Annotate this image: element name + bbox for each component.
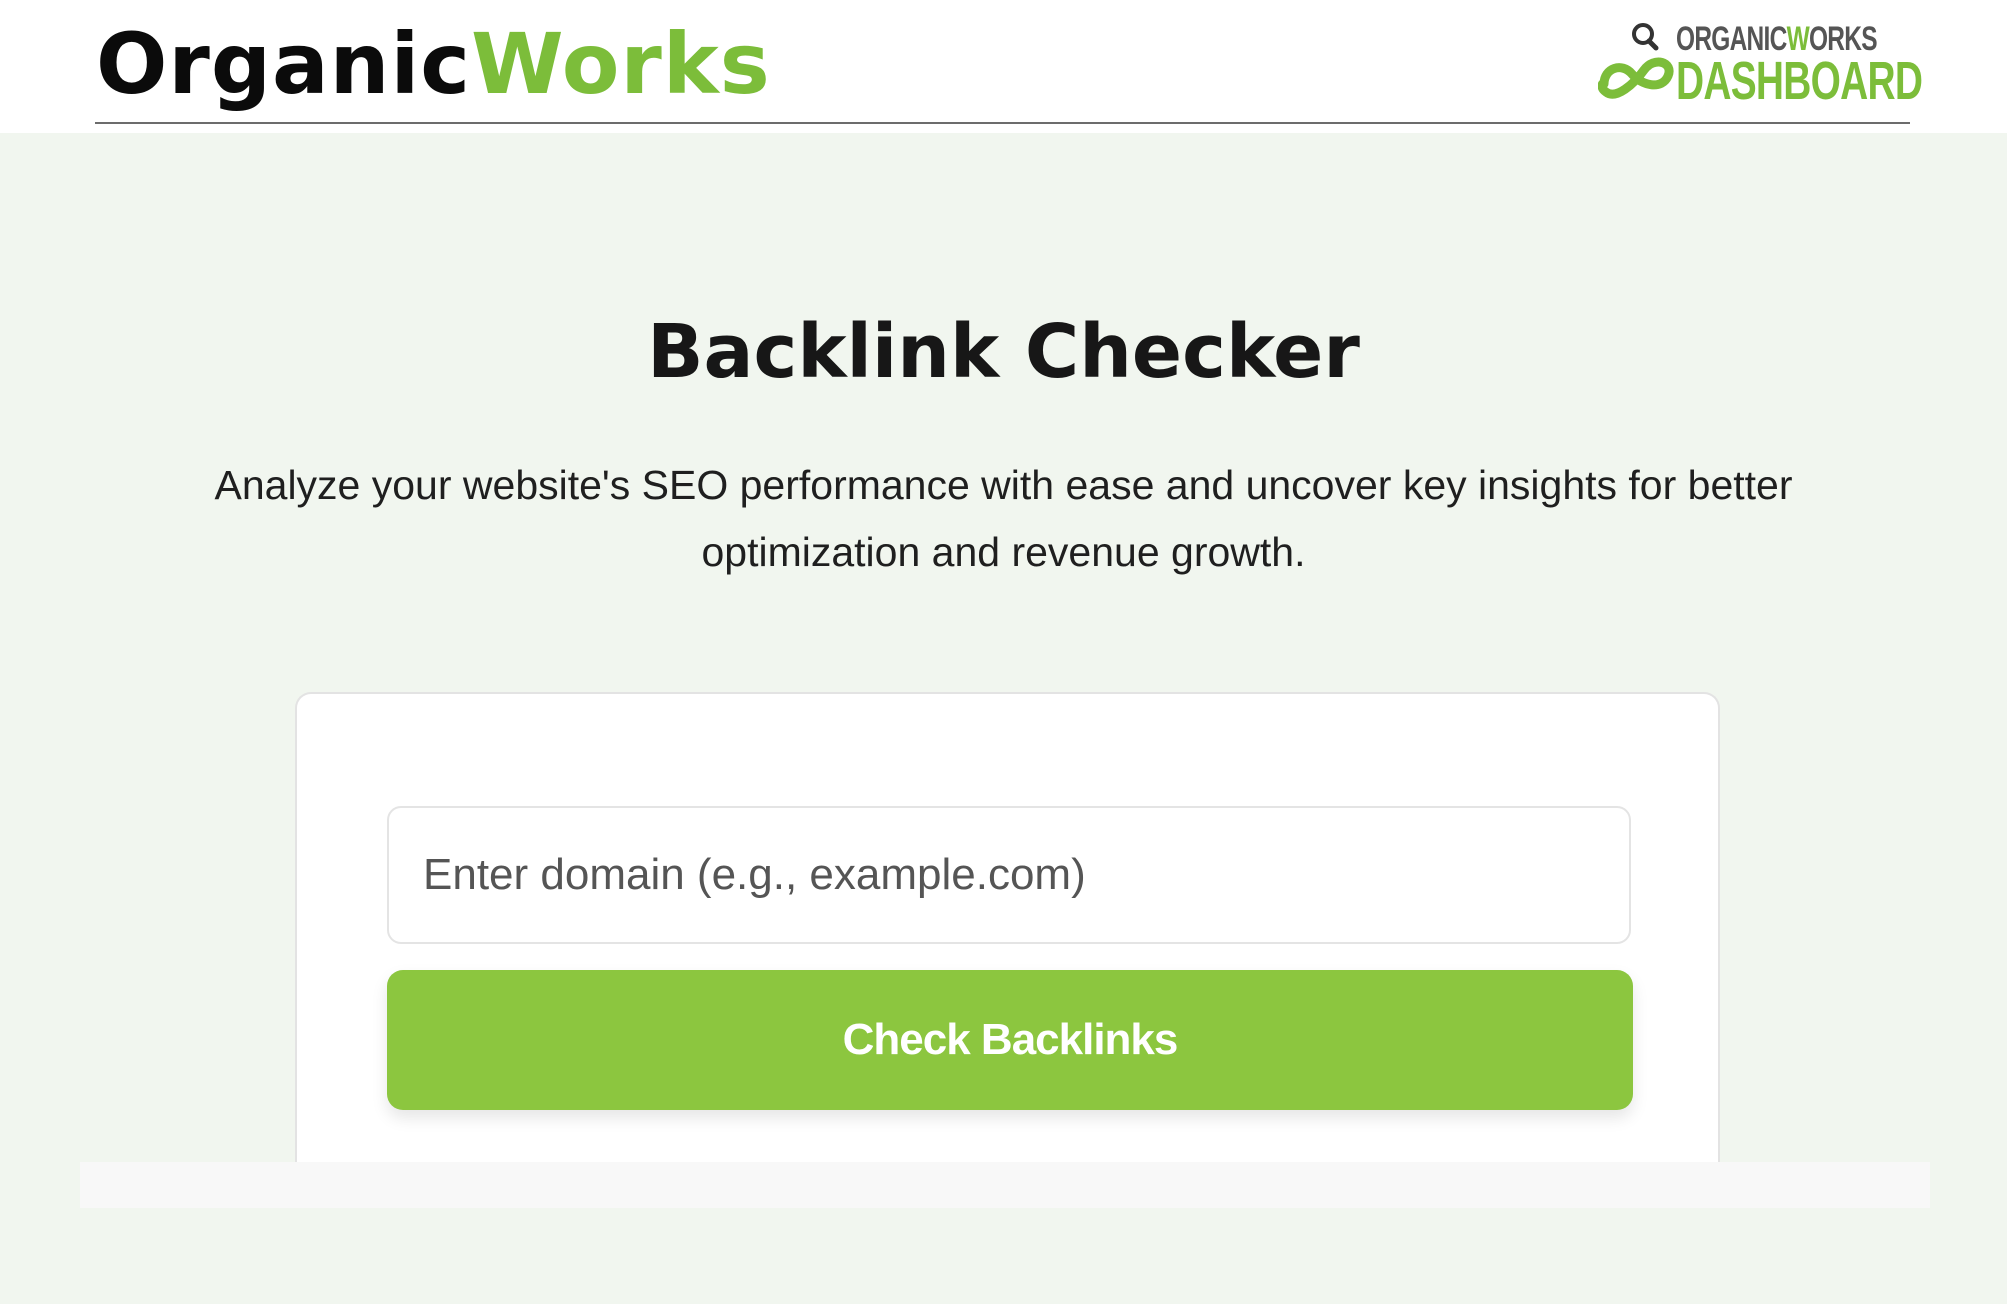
check-backlinks-button[interactable]: Check Backlinks <box>387 970 1633 1110</box>
header-divider <box>95 122 1910 124</box>
domain-input[interactable] <box>387 806 1631 944</box>
page-title: Backlink Checker <box>647 309 1360 395</box>
organicworks-dashboard-logo[interactable]: ORGANICWORKS DASHBOARD <box>1598 20 1923 112</box>
bottom-divider-strip <box>80 1162 1930 1208</box>
dashboard-logo-line2: DASHBOARD <box>1676 51 1923 111</box>
top-header: OrganicWorks ORGANICWORKS DASHBOARD <box>0 0 2007 133</box>
infinity-magnifier-icon <box>1598 23 1674 99</box>
page-subtitle: Analyze your website's SEO performance w… <box>214 462 1793 575</box>
brand-name-part1: Organic <box>96 15 472 113</box>
brand-name-part2: Works <box>471 15 771 113</box>
organicworks-logo[interactable]: OrganicWorks <box>96 14 771 114</box>
backlink-form-card: Check Backlinks <box>295 692 1720 1162</box>
